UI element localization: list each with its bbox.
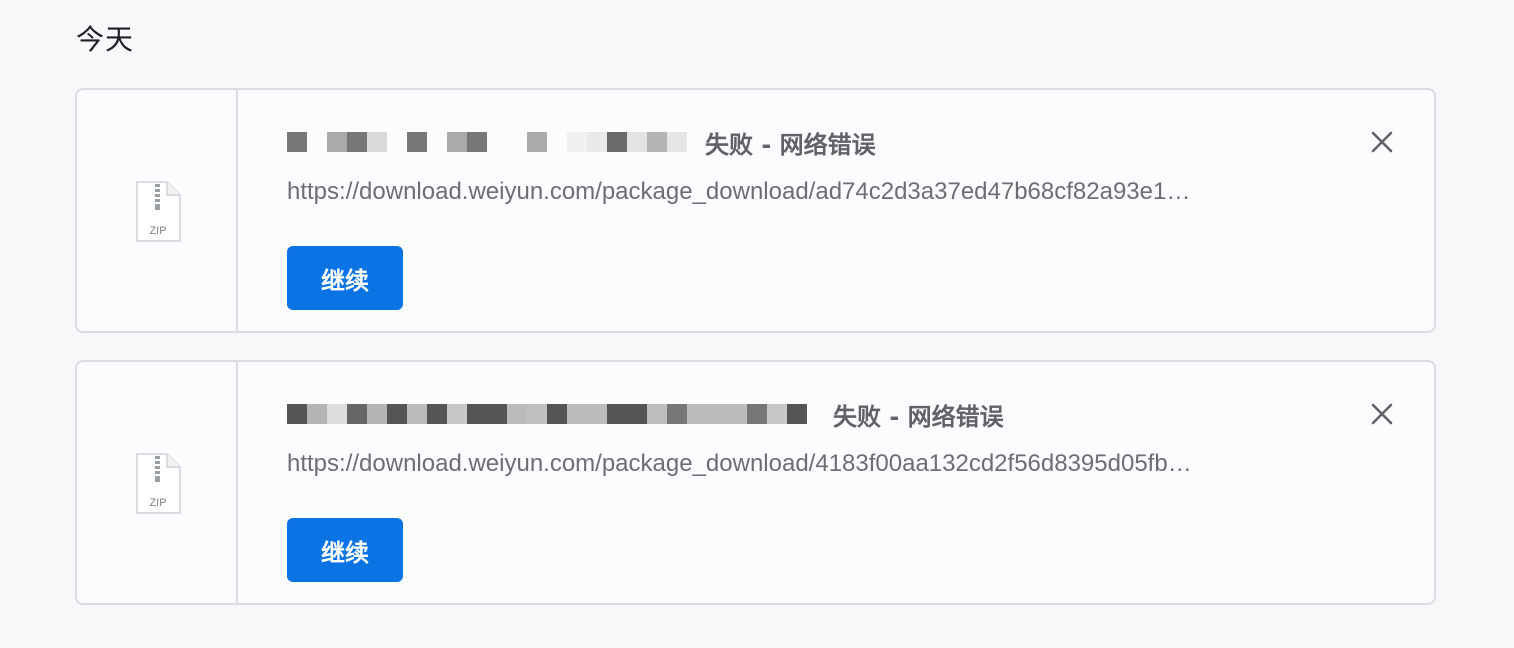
- redacted-block: [567, 132, 587, 152]
- redacted-block: [467, 404, 487, 424]
- redacted-block: [447, 132, 467, 152]
- redacted-block: [407, 404, 427, 424]
- download-item: ZIP 失败 - 网络错误 https://download.weiyun.co…: [75, 360, 1436, 605]
- close-icon[interactable]: [1368, 400, 1396, 428]
- redacted-block: [627, 132, 647, 152]
- redacted-block: [367, 132, 387, 152]
- redacted-block: [587, 404, 607, 424]
- redacted-block: [387, 132, 407, 152]
- redacted-block: [327, 404, 347, 424]
- download-status: 失败 - 网络错误: [705, 130, 876, 159]
- redacted-block: [587, 132, 607, 152]
- redacted-filename[interactable]: [287, 132, 687, 152]
- resume-button[interactable]: 继续: [287, 246, 403, 310]
- redacted-block: [667, 132, 687, 152]
- redacted-block: [287, 404, 307, 424]
- redacted-block: [427, 132, 447, 152]
- section-title-today: 今天: [76, 23, 135, 56]
- redacted-block: [567, 404, 587, 424]
- download-url[interactable]: https://download.weiyun.com/package_down…: [287, 450, 1287, 478]
- zip-file-icon[interactable]: ZIP: [134, 180, 182, 244]
- redacted-block: [447, 404, 467, 424]
- file-icon-column: ZIP: [77, 90, 238, 331]
- file-name-row: 失败 - 网络错误: [287, 122, 876, 162]
- redacted-block: [347, 132, 367, 152]
- redacted-block: [747, 404, 767, 424]
- redacted-block: [527, 404, 547, 424]
- redacted-block: [307, 404, 327, 424]
- redacted-block: [667, 404, 687, 424]
- resume-button[interactable]: 继续: [287, 518, 403, 582]
- redacted-block: [787, 404, 807, 424]
- redacted-block: [727, 404, 747, 424]
- redacted-block: [367, 404, 387, 424]
- file-type-label: ZIP: [149, 225, 166, 237]
- redacted-block: [687, 404, 707, 424]
- redacted-block: [527, 132, 547, 152]
- redacted-block: [607, 404, 627, 424]
- file-type-label: ZIP: [149, 497, 166, 509]
- download-item: ZIP 失败 - 网络错误 https://download.weiyun.co…: [75, 88, 1436, 333]
- redacted-block: [647, 132, 667, 152]
- zip-file-icon[interactable]: ZIP: [134, 452, 182, 516]
- redacted-block: [767, 404, 787, 424]
- redacted-block: [327, 132, 347, 152]
- redacted-filename[interactable]: [287, 404, 807, 424]
- redacted-block: [487, 132, 507, 152]
- redacted-block: [547, 404, 567, 424]
- file-name-row: 失败 - 网络错误: [287, 394, 1004, 434]
- redacted-block: [427, 404, 447, 424]
- redacted-block: [407, 132, 427, 152]
- redacted-block: [287, 132, 307, 152]
- redacted-block: [467, 132, 487, 152]
- close-icon[interactable]: [1368, 128, 1396, 156]
- download-status: 失败 - 网络错误: [833, 402, 1004, 431]
- redacted-block: [347, 404, 367, 424]
- redacted-block: [647, 404, 667, 424]
- download-url[interactable]: https://download.weiyun.com/package_down…: [287, 178, 1287, 206]
- redacted-block: [627, 404, 647, 424]
- redacted-block: [487, 404, 507, 424]
- redacted-block: [507, 404, 527, 424]
- redacted-block: [387, 404, 407, 424]
- redacted-block: [607, 132, 627, 152]
- file-icon-column: ZIP: [77, 362, 238, 603]
- redacted-block: [707, 404, 727, 424]
- redacted-block: [547, 132, 567, 152]
- redacted-block: [307, 132, 327, 152]
- redacted-block: [507, 132, 527, 152]
